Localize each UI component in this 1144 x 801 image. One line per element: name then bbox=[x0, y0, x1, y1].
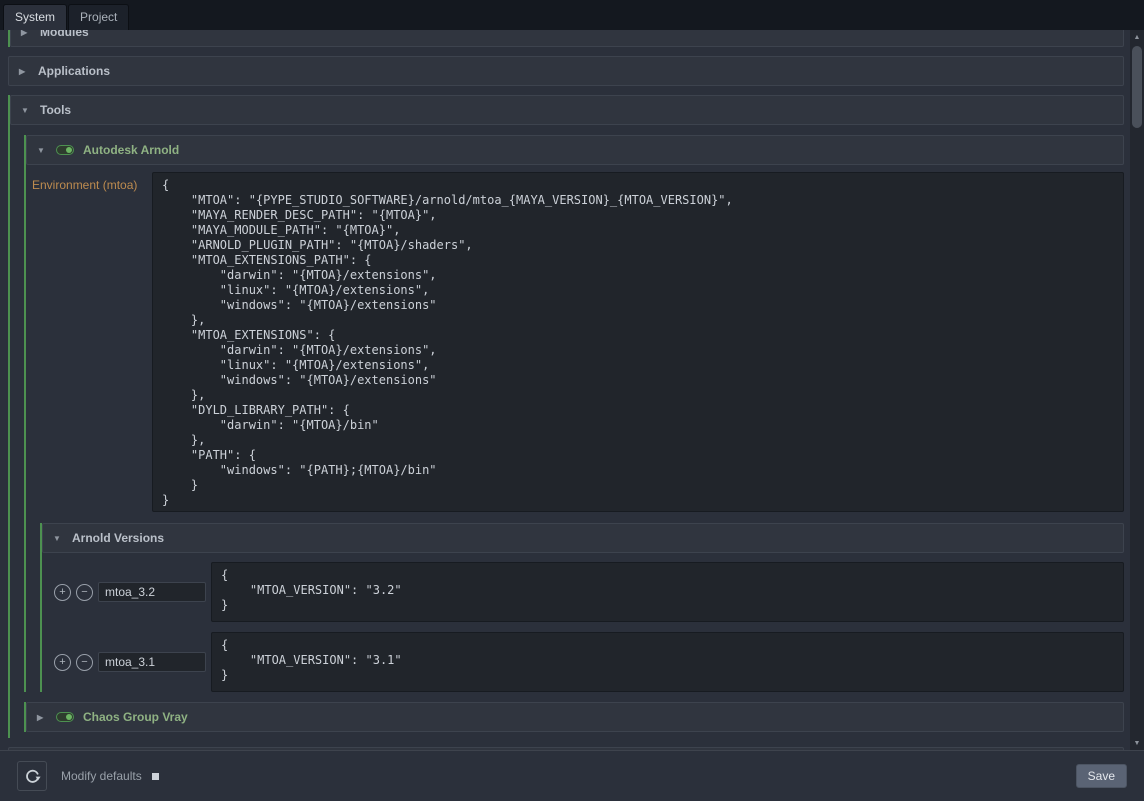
section-header-tools[interactable]: ▼ Tools bbox=[10, 95, 1124, 125]
section-arnold-versions: ▼ Arnold Versions + − { "MTOA_VERSION": … bbox=[40, 523, 1124, 692]
section-label-arnold-versions: Arnold Versions bbox=[72, 531, 164, 545]
environment-row: Environment (mtoa) { "MTOA": "{PYPE_STUD… bbox=[28, 172, 1124, 512]
tab-bar: System Project bbox=[0, 0, 1144, 30]
section-chaos-group-vray: ▶ Chaos Group Vray bbox=[24, 702, 1124, 732]
section-header-applications[interactable]: ▶ Applications bbox=[8, 56, 1124, 86]
section-label-chaos-group-vray: Chaos Group Vray bbox=[83, 710, 188, 724]
section-header-chaos-group-vray[interactable]: ▶ Chaos Group Vray bbox=[26, 702, 1124, 732]
modified-indicator-icon bbox=[152, 773, 159, 780]
section-label-tools: Tools bbox=[40, 103, 71, 117]
scroll-down-button[interactable]: ▼ bbox=[1130, 736, 1144, 750]
version-json-input[interactable]: { "MTOA_VERSION": "3.1" } bbox=[211, 632, 1124, 692]
settings-panel: ▶ Modules ▶ Applications ▼ Tools ▼ Autod… bbox=[0, 30, 1130, 750]
section-modules: ▶ Modules bbox=[8, 30, 1124, 47]
tab-system[interactable]: System bbox=[3, 4, 67, 30]
tab-project[interactable]: Project bbox=[68, 4, 129, 30]
enabled-toggle-icon[interactable] bbox=[56, 712, 74, 722]
footer-bar: Modify defaults Save bbox=[0, 750, 1144, 801]
environment-json-input[interactable]: { "MTOA": "{PYPE_STUDIO_SOFTWARE}/arnold… bbox=[152, 172, 1124, 512]
section-tools: ▼ Tools ▼ Autodesk Arnold Environment (m… bbox=[8, 95, 1124, 738]
version-key-input[interactable] bbox=[98, 652, 206, 672]
section-label-applications: Applications bbox=[38, 64, 110, 78]
scrollbar[interactable]: ▲ ▼ bbox=[1130, 30, 1144, 750]
chevron-down-icon: ▼ bbox=[21, 106, 31, 115]
save-button[interactable]: Save bbox=[1076, 764, 1127, 788]
chevron-right-icon: ▶ bbox=[37, 713, 47, 722]
chevron-down-icon: ▼ bbox=[53, 534, 63, 543]
add-item-button[interactable]: + bbox=[54, 584, 71, 601]
arnold-children: Environment (mtoa) { "MTOA": "{PYPE_STUD… bbox=[26, 165, 1124, 692]
version-json-input[interactable]: { "MTOA_VERSION": "3.2" } bbox=[211, 562, 1124, 622]
chevron-down-icon: ▼ bbox=[37, 146, 47, 155]
version-item-row: + − { "MTOA_VERSION": "3.1" } bbox=[54, 632, 1124, 692]
chevron-right-icon: ▶ bbox=[19, 67, 29, 76]
chevron-right-icon: ▶ bbox=[21, 30, 31, 37]
section-header-autodesk-arnold[interactable]: ▼ Autodesk Arnold bbox=[26, 135, 1124, 165]
section-label-autodesk-arnold: Autodesk Arnold bbox=[83, 143, 179, 157]
refresh-button[interactable] bbox=[17, 761, 47, 791]
scroll-up-icon: ▲ bbox=[1134, 34, 1141, 41]
version-item-row: + − { "MTOA_VERSION": "3.2" } bbox=[54, 562, 1124, 622]
section-applications: ▶ Applications bbox=[8, 56, 1124, 86]
version-key-input[interactable] bbox=[98, 582, 206, 602]
enabled-toggle-icon[interactable] bbox=[56, 145, 74, 155]
arnold-versions-children: + − { "MTOA_VERSION": "3.2" } + − { "MTO… bbox=[42, 553, 1124, 692]
section-header-arnold-versions[interactable]: ▼ Arnold Versions bbox=[42, 523, 1124, 553]
remove-item-button[interactable]: − bbox=[76, 584, 93, 601]
tools-children: ▼ Autodesk Arnold Environment (mtoa) { "… bbox=[10, 125, 1124, 738]
modify-defaults-label: Modify defaults bbox=[61, 769, 142, 783]
section-label-modules: Modules bbox=[40, 30, 89, 39]
scroll-down-icon: ▼ bbox=[1134, 740, 1141, 747]
section-header-modules[interactable]: ▶ Modules bbox=[10, 30, 1124, 47]
refresh-icon bbox=[24, 768, 41, 785]
scrollbar-thumb[interactable] bbox=[1132, 46, 1142, 128]
add-item-button[interactable]: + bbox=[54, 654, 71, 671]
environment-label: Environment (mtoa) bbox=[28, 172, 148, 192]
section-autodesk-arnold: ▼ Autodesk Arnold Environment (mtoa) { "… bbox=[24, 135, 1124, 692]
scroll-up-button[interactable]: ▲ bbox=[1130, 30, 1144, 44]
remove-item-button[interactable]: − bbox=[76, 654, 93, 671]
